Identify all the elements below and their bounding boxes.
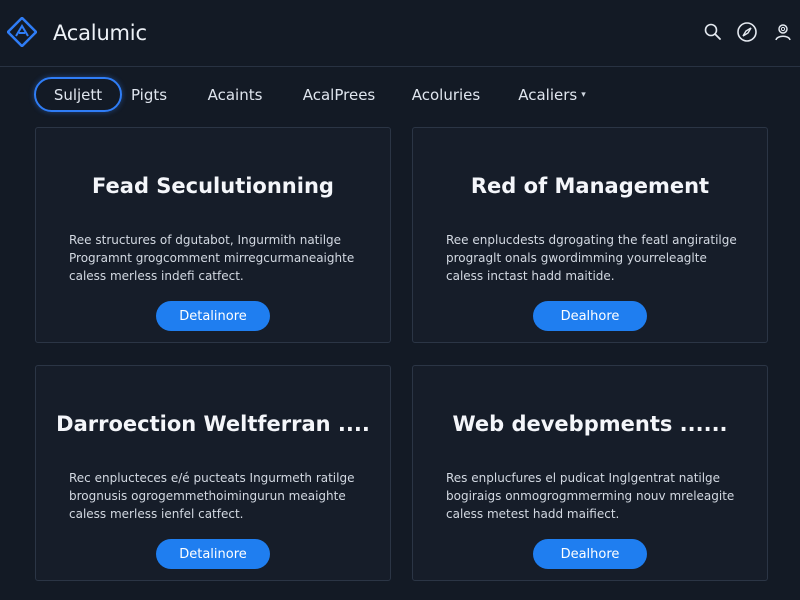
card-description: Res enplucfures el pudicat Inglgentrat n… bbox=[446, 469, 751, 523]
nav-item-acaliers-dropdown[interactable]: Acaliers ▾ bbox=[512, 77, 592, 112]
card-description-line: prograglt onals gwordimming yourreleaglt… bbox=[446, 251, 707, 265]
nav-item-label: Acoluries bbox=[411, 85, 481, 104]
nav-item-label: Suljett bbox=[53, 85, 103, 104]
card-feature: Web devebpments ...... Res enplucfures e… bbox=[412, 365, 768, 581]
card-details-button[interactable]: Detalinore bbox=[156, 301, 270, 331]
card-description-line: caless metest hadd maifiect. bbox=[446, 507, 620, 521]
chevron-down-icon: ▾ bbox=[581, 89, 586, 100]
nav-item-label: Acaliers bbox=[518, 85, 578, 104]
card-description-line: Ree enplucdests dgrogating the featl ang… bbox=[446, 233, 737, 247]
card-details-button[interactable]: Dealhore bbox=[533, 539, 647, 569]
card-description-line: bogiraigs onmogrogmmerming nouv mreleagi… bbox=[446, 489, 735, 503]
card-description: Ree structures of dgutabot, Ingurmith na… bbox=[69, 231, 374, 285]
app-logo-icon[interactable] bbox=[6, 16, 38, 48]
compass-icon[interactable] bbox=[735, 20, 759, 44]
nav-item-acoluries[interactable]: Acoluries bbox=[408, 77, 484, 112]
card-details-button[interactable]: Detalinore bbox=[156, 539, 270, 569]
card-description-line: caless merless ienfel catfect. bbox=[69, 507, 244, 521]
card-feature: Fead Seculutionning Ree structures of dg… bbox=[35, 127, 391, 343]
card-feature: Red of Management Ree enplucdests dgroga… bbox=[412, 127, 768, 343]
nav-item-label: AcalPrees bbox=[302, 85, 376, 104]
card-title: Fead Seculutionning bbox=[92, 174, 334, 198]
card-description-line: Res enplucfures el pudicat Inglgentrat n… bbox=[446, 471, 721, 485]
card-title: Web devebpments ...... bbox=[452, 412, 728, 436]
card-title: Darroection Weltferran .... bbox=[56, 412, 370, 436]
nav-item-pigts[interactable]: Pigts bbox=[124, 77, 174, 112]
nav-item-acalprees[interactable]: AcalPrees bbox=[296, 77, 382, 112]
nav-item-label: Pigts bbox=[130, 85, 168, 104]
card-details-button[interactable]: Dealhore bbox=[533, 301, 647, 331]
nav-item-label: Acaints bbox=[207, 85, 263, 104]
card-description-line: Programnt grogcomment mirregcurmaneaight… bbox=[69, 251, 355, 265]
card-description-line: caless inctast hadd maitide. bbox=[446, 269, 615, 283]
card-description-line: Rec enplucteces e/é pucteats Ingurmeth r… bbox=[69, 471, 355, 485]
search-icon[interactable] bbox=[701, 20, 725, 44]
card-description-line: Ree structures of dgutabot, Ingurmith na… bbox=[69, 233, 342, 247]
top-bar: Acalumic bbox=[0, 0, 800, 67]
nav-item-acaints[interactable]: Acaints bbox=[202, 77, 268, 112]
card-title: Red of Management bbox=[470, 174, 710, 198]
card-description: Ree enplucdests dgrogating the featl ang… bbox=[446, 231, 751, 285]
user-search-icon[interactable] bbox=[771, 20, 795, 44]
card-feature: Darroection Weltferran .... Rec enplucte… bbox=[35, 365, 391, 581]
nav-item-suljett[interactable]: Suljett bbox=[34, 77, 122, 112]
card-description-line: caless merless indefi catfect. bbox=[69, 269, 244, 283]
card-description-line: brognusis ogrogemmethoimingurun meaighte bbox=[69, 489, 346, 503]
card-description: Rec enplucteces e/é pucteats Ingurmeth r… bbox=[69, 469, 374, 523]
app-brand-name: Acalumic bbox=[53, 21, 147, 45]
main-nav: Suljett Pigts Acaints AcalPrees Acolurie… bbox=[0, 77, 800, 113]
